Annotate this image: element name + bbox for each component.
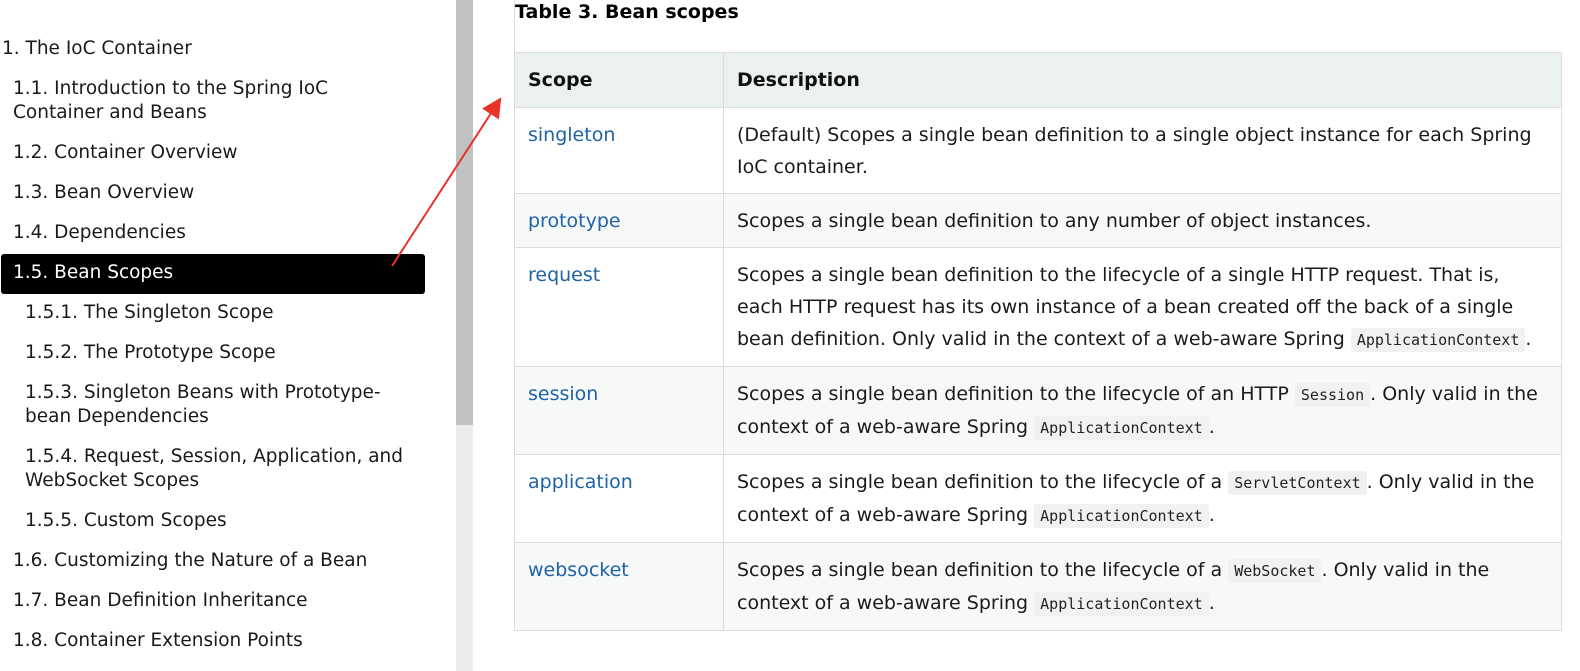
toc-item[interactable]: 1.5. Bean Scopes [1,254,425,294]
toc-item[interactable]: 1.7. Bean Definition Inheritance [0,582,430,622]
description-cell: Scopes a single bean definition to any n… [723,193,1562,248]
table-row: websocket Scopes a single bean definition… [514,542,1562,631]
description-text: . [1208,416,1215,438]
scope-cell: singleton [514,107,724,194]
table-caption: Table 3. Bean scopes [514,0,1562,52]
bean-scopes-table: Scope Description singleton (Default) Sco… [514,52,1562,631]
scope-link-request[interactable]: request [528,264,600,286]
code-snippet: ApplicationContext [1350,328,1526,352]
description-text: Scopes a single bean definition to the l… [737,383,1295,405]
description-cell: Scopes a single bean definition to the l… [723,454,1562,543]
page: 1. The IoC Container 1.1. Introduction to… [0,0,1580,671]
code-snippet: Session [1294,383,1371,407]
code-snippet: ApplicationContext [1034,592,1209,616]
toc-scrollbar-thumb[interactable] [456,0,473,425]
code-snippet: ServletContext [1228,471,1367,495]
toc-item[interactable]: 1.3. Bean Overview [0,174,430,214]
description-cell: Scopes a single bean definition to the l… [723,542,1562,631]
scope-cell: request [514,247,724,367]
toc-scrollbar[interactable] [456,0,473,671]
scope-link-singleton[interactable]: singleton [528,124,615,146]
description-text: (Default) Scopes a single bean definitio… [737,124,1532,178]
description-cell: Scopes a single bean definition to the l… [723,366,1562,455]
toc-item[interactable]: 1.5.3. Singleton Beans with Prototype-be… [0,374,430,438]
toc-item[interactable]: 1.6. Customizing the Nature of a Bean [0,542,430,582]
toc-list: 1. The IoC Container 1.1. Introduction to… [0,30,430,662]
toc-item[interactable]: 1. The IoC Container [0,30,430,70]
table-body: singleton (Default) Scopes a single bean … [514,107,1562,631]
description-text: Scopes a single bean definition to any n… [737,210,1372,232]
table-header-row: Scope Description [514,52,1562,108]
scope-cell: application [514,454,724,543]
main-content: Table 3. Bean scopes Scope Description s… [514,0,1562,631]
description-cell: (Default) Scopes a single bean definitio… [723,107,1562,194]
table-row: session Scopes a single bean definition t… [514,366,1562,455]
table-of-contents: 1. The IoC Container 1.1. Introduction to… [0,0,456,671]
description-cell: Scopes a single bean definition to the l… [723,247,1562,367]
toc-item[interactable]: 1.8. Container Extension Points [0,622,430,662]
scope-link-websocket[interactable]: websocket [528,559,629,581]
scope-link-prototype[interactable]: prototype [528,210,621,232]
scope-link-application[interactable]: application [528,471,633,493]
toc-item[interactable]: 1.1. Introduction to the Spring IoC Cont… [0,70,430,134]
scope-cell: session [514,366,724,455]
description-text: Scopes a single bean definition to the l… [737,559,1229,581]
column-header-description: Description [723,52,1562,108]
table-row: request Scopes a single bean definition t… [514,247,1562,367]
column-header-scope: Scope [514,52,724,108]
description-text: . [1208,504,1215,526]
code-snippet: ApplicationContext [1034,416,1209,440]
scope-cell: prototype [514,193,724,248]
toc-item[interactable]: 1.2. Container Overview [0,134,430,174]
toc-item[interactable]: 1.5.4. Request, Session, Application, an… [0,438,430,502]
table-row: prototype Scopes a single bean definition… [514,193,1562,248]
description-text: . [1208,592,1215,614]
toc-item[interactable]: 1.4. Dependencies [0,214,430,254]
description-text: Scopes a single bean definition to the l… [737,471,1229,493]
toc-item[interactable]: 1.5.5. Custom Scopes [0,502,430,542]
scope-cell: websocket [514,542,724,631]
table-row: singleton (Default) Scopes a single bean … [514,107,1562,194]
toc-item[interactable]: 1.5.2. The Prototype Scope [0,334,430,374]
description-text: . [1525,328,1532,350]
scope-link-session[interactable]: session [528,383,598,405]
toc-item[interactable]: 1.5.1. The Singleton Scope [0,294,430,334]
code-snippet: ApplicationContext [1034,504,1209,528]
code-snippet: WebSocket [1228,559,1322,583]
table-row: application Scopes a single bean definiti… [514,454,1562,543]
